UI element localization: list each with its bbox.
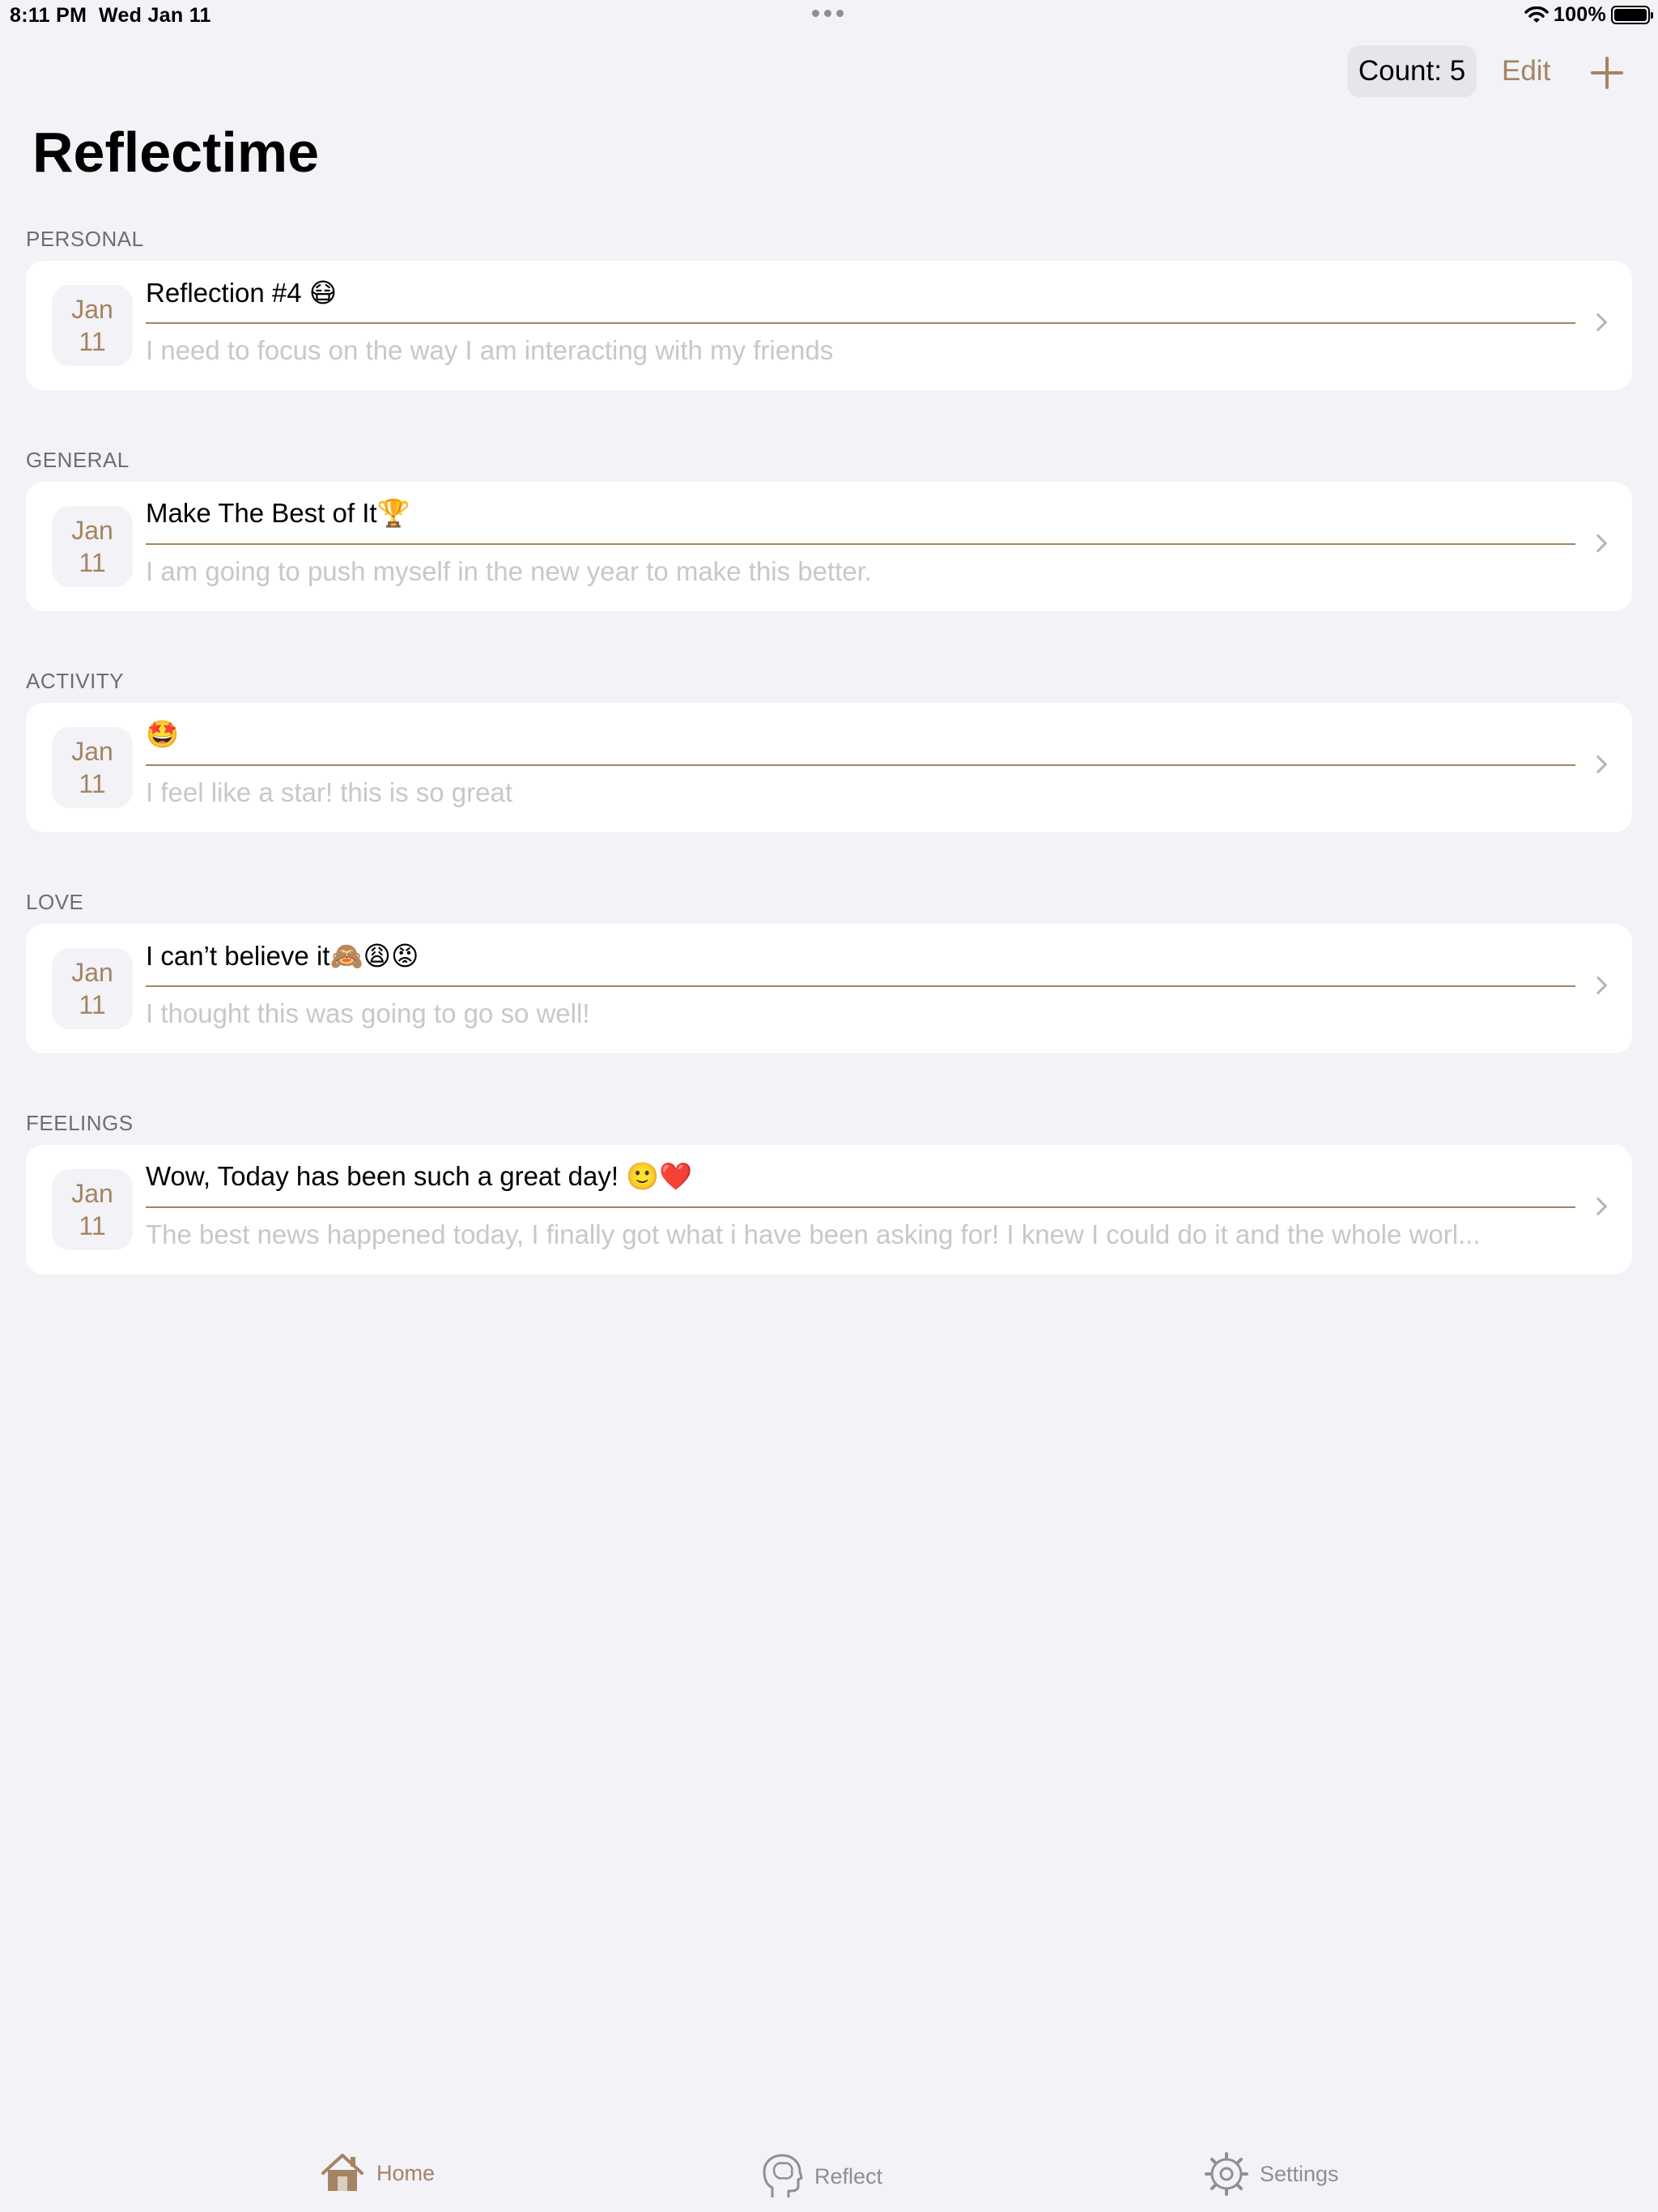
reflection-title: Make The Best of It🏆 bbox=[146, 498, 410, 528]
section-header: LOVE bbox=[26, 890, 84, 914]
tab-home-label: Home bbox=[376, 2160, 436, 2185]
brain-head-icon bbox=[763, 2154, 803, 2197]
tab-settings-label: Settings bbox=[1260, 2161, 1339, 2186]
tab-home[interactable]: Home bbox=[320, 2152, 435, 2194]
reflection-preview: The best news happened today, I finally … bbox=[146, 1219, 1481, 1249]
date-day: 11 bbox=[79, 1211, 106, 1240]
date-day: 11 bbox=[79, 769, 106, 798]
divider bbox=[146, 764, 1575, 766]
reflection-preview: I thought this was going to go so well! bbox=[146, 998, 590, 1028]
reflection-title: Wow, Today has been such a great day! 🙂❤… bbox=[146, 1161, 693, 1191]
reflection-preview: I am going to push myself in the new yea… bbox=[146, 556, 872, 586]
date-month: Jan bbox=[71, 958, 113, 987]
battery-icon bbox=[1611, 6, 1653, 24]
wifi-icon bbox=[1524, 6, 1549, 23]
date-badge: Jan 11 bbox=[52, 948, 133, 1029]
tab-settings[interactable]: Settings bbox=[1205, 2152, 1339, 2196]
chevron-right-icon bbox=[1588, 313, 1608, 332]
date-month: Jan bbox=[71, 516, 113, 545]
multitasking-dots-icon[interactable] bbox=[812, 10, 844, 17]
reflection-card[interactable]: Jan 11 Wow, Today has been such a great … bbox=[26, 1145, 1632, 1274]
divider bbox=[146, 322, 1575, 324]
tab-bar: Home Reflect Settings bbox=[0, 2121, 1658, 2212]
status-bar: 8:11 PM Wed Jan 11 100% bbox=[0, 0, 1658, 32]
section-header: ACTIVITY bbox=[26, 669, 125, 693]
reflection-card[interactable]: Jan 11 Reflection #4 😷 I need to focus o… bbox=[26, 261, 1632, 390]
date-badge: Jan 11 bbox=[52, 506, 133, 587]
battery-percentage: 100% bbox=[1553, 3, 1606, 26]
reflection-card[interactable]: Jan 11 🤩 I feel like a star! this is so … bbox=[26, 703, 1632, 832]
reflection-preview: I feel like a star! this is so great bbox=[146, 777, 513, 807]
date-badge: Jan 11 bbox=[52, 1169, 133, 1250]
date-month: Jan bbox=[71, 737, 113, 766]
reflection-title: I can’t believe it🙈😩😡 bbox=[146, 941, 419, 971]
home-icon bbox=[321, 2154, 363, 2191]
reflection-preview: I need to focus on the way I am interact… bbox=[146, 335, 834, 365]
chevron-right-icon bbox=[1588, 534, 1608, 553]
date-badge: Jan 11 bbox=[52, 727, 133, 808]
section-header: FEELINGS bbox=[26, 1111, 134, 1135]
tab-reflect-label: Reflect bbox=[814, 2163, 883, 2189]
add-icon[interactable] bbox=[1591, 57, 1623, 89]
status-date: Wed Jan 11 bbox=[99, 4, 211, 27]
gear-icon bbox=[1205, 2152, 1248, 2196]
tab-reflect[interactable]: Reflect bbox=[761, 2152, 882, 2201]
reflection-title: 🤩 bbox=[146, 719, 180, 749]
divider bbox=[146, 543, 1575, 545]
edit-button[interactable]: Edit bbox=[1502, 55, 1550, 87]
reflection-title: Reflection #4 😷 bbox=[146, 278, 338, 308]
date-month: Jan bbox=[71, 1179, 113, 1208]
section-header: PERSONAL bbox=[26, 227, 144, 251]
chevron-right-icon bbox=[1588, 1197, 1608, 1216]
page-title: Reflectime bbox=[32, 121, 320, 184]
reflection-card[interactable]: Jan 11 Make The Best of It🏆 I am going t… bbox=[26, 482, 1632, 611]
chevron-right-icon bbox=[1588, 976, 1608, 995]
section-header: GENERAL bbox=[26, 448, 130, 472]
chevron-right-icon bbox=[1588, 755, 1608, 774]
date-day: 11 bbox=[79, 548, 106, 577]
date-month: Jan bbox=[71, 295, 113, 324]
divider bbox=[146, 1206, 1575, 1208]
date-badge: Jan 11 bbox=[52, 285, 133, 366]
count-badge[interactable]: Count: 5 bbox=[1347, 45, 1477, 97]
divider bbox=[146, 985, 1575, 987]
date-day: 11 bbox=[79, 990, 106, 1019]
date-day: 11 bbox=[79, 327, 106, 356]
reflection-card[interactable]: Jan 11 I can’t believe it🙈😩😡 I thought t… bbox=[26, 924, 1632, 1053]
status-time: 8:11 PM bbox=[10, 4, 87, 27]
